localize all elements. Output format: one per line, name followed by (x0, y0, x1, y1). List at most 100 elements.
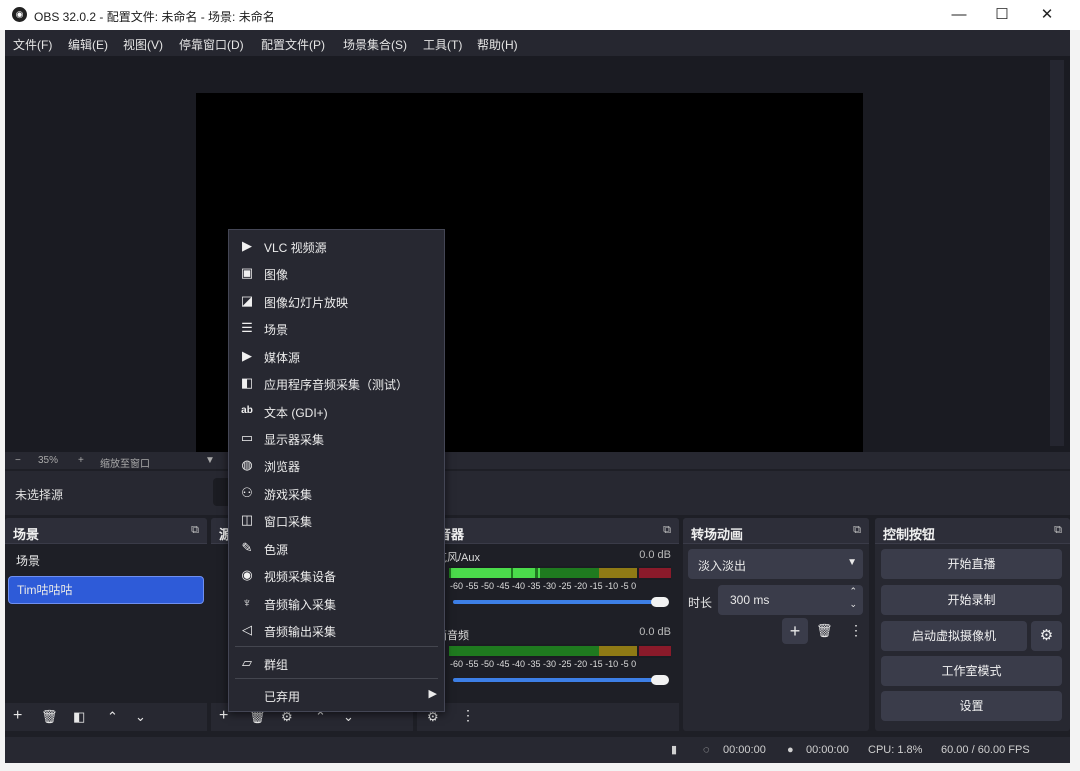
mixer-channel-db: 0.0 dB (639, 549, 671, 561)
menu-item-audio-output-capture[interactable]: ◁ 音频输出采集 (229, 617, 444, 644)
transition-menu-icon[interactable]: ⋮ (849, 622, 863, 639)
add-transition-button[interactable]: + (782, 618, 808, 644)
delete-transition-icon[interactable]: 🗑 (816, 623, 833, 639)
duration-spinbox[interactable]: 300 ms ⌃ ⌄ (718, 585, 863, 615)
mixer-channel-db: 0.0 dB (639, 626, 671, 638)
stream-icon: ◌ (703, 744, 710, 756)
audio-meter (449, 566, 671, 580)
menu-item-media-source[interactable]: ▶ 媒体源 (229, 343, 444, 370)
transitions-dock: 转场动画 ⧉ 淡入淡出 ▼ 时长 300 ms ⌃ ⌄ + 🗑 ⋮ (683, 518, 869, 731)
scene-filters-icon[interactable]: ◧ (73, 709, 85, 725)
zoom-dropdown-icon[interactable]: ▼ (205, 455, 215, 466)
scenes-dock: 场景 ⧉ 场景 Tim咕咕咕 (5, 518, 207, 731)
menu-item-text-gdi[interactable]: ab 文本 (GDI+) (229, 398, 444, 425)
virtual-camera-settings-icon[interactable]: ⚙ (1031, 621, 1062, 651)
menu-view[interactable]: 视图(V) (123, 36, 163, 53)
volume-slider-knob[interactable] (651, 597, 669, 607)
zoom-in-button[interactable]: + (78, 455, 84, 466)
slideshow-icon: ◪ (240, 293, 254, 308)
audio-meter (449, 644, 671, 658)
minimize-button[interactable]: — (936, 0, 982, 30)
menu-item-display-capture[interactable]: ▭ 显示器采集 (229, 425, 444, 452)
text-icon: ab (241, 405, 253, 416)
menu-item-app-audio-capture[interactable]: ◧ 应用程序音频采集（测试） (229, 370, 444, 397)
start-virtual-camera-button[interactable]: 启动虚拟摄像机 (881, 621, 1027, 651)
menu-item-deprecated[interactable]: 已弃用 ▶ (229, 682, 444, 709)
volume-slider[interactable] (453, 678, 663, 682)
menu-edit[interactable]: 编辑(E) (68, 36, 108, 53)
scenes-toolbar: + 🗑 ◧ ⌃ ⌄ (5, 703, 207, 731)
start-recording-button[interactable]: 开始录制 (881, 585, 1062, 615)
menu-item-game-capture[interactable]: ⚇ 游戏采集 (229, 480, 444, 507)
add-scene-icon[interactable]: + (13, 707, 22, 725)
scenes-dock-title: 场景 (13, 527, 40, 542)
menu-docks[interactable]: 停靠窗口(D) (179, 36, 244, 53)
menu-separator (235, 678, 438, 679)
menu-item-group[interactable]: ▱ 群组 (229, 650, 444, 677)
obs-logo-icon: ◉ (12, 7, 27, 22)
status-bar: ▮ ◌ 00:00:00 ● 00:00:00 CPU: 1.8% 60.00 … (5, 737, 1070, 763)
menu-item-browser[interactable]: ◍ 浏览器 (229, 452, 444, 479)
spin-up-icon[interactable]: ⌃ (849, 586, 857, 597)
menu-item-color-source[interactable]: ✎ 色源 (229, 535, 444, 562)
zoom-out-button[interactable]: − (15, 455, 21, 466)
menu-item-vlc-video[interactable]: ▶ VLC 视频源 (229, 233, 444, 260)
menu-help[interactable]: 帮助(H) (477, 36, 518, 53)
mixer-menu-icon[interactable]: ⋮ (461, 707, 475, 724)
record-icon: ● (787, 744, 794, 756)
move-up-icon[interactable]: ⌃ (107, 709, 118, 725)
window-titlebar: ◉ OBS 32.0.2 - 配置文件: 未命名 - 场景: 未命名 — ☐ ✕ (0, 0, 1080, 30)
transition-select[interactable]: 淡入淡出 ▼ (688, 549, 863, 579)
dropdown-arrow-icon: ▼ (847, 557, 857, 568)
stream-time: 00:00:00 (723, 744, 766, 756)
spin-down-icon[interactable]: ⌄ (849, 599, 857, 610)
float-dock-icon[interactable]: ⧉ (1054, 524, 1062, 537)
preview-scrollbar[interactable] (1050, 60, 1064, 446)
brush-icon: ✎ (241, 540, 253, 555)
scene-item[interactable]: 场景 (8, 548, 204, 574)
menu-tools[interactable]: 工具(T) (423, 36, 462, 53)
network-signal-icon: ▮ (671, 744, 678, 756)
float-dock-icon[interactable]: ⧉ (663, 524, 671, 537)
float-dock-icon[interactable]: ⧉ (191, 524, 199, 537)
menu-item-scene[interactable]: ☰ 场景 (229, 315, 444, 342)
menu-item-window-capture[interactable]: ◫ 窗口采集 (229, 507, 444, 534)
window-title: OBS 32.0.2 - 配置文件: 未命名 - 场景: 未命名 (34, 10, 275, 24)
record-time: 00:00:00 (806, 744, 849, 756)
zoom-mode-select[interactable]: 缩放至窗口 (100, 455, 150, 470)
settings-button[interactable]: 设置 (881, 691, 1062, 721)
transitions-dock-title: 转场动画 (691, 527, 744, 542)
add-source-icon[interactable]: + (219, 707, 228, 725)
volume-slider[interactable] (453, 600, 663, 604)
menu-item-image-slideshow[interactable]: ◪ 图像幻灯片放映 (229, 288, 444, 315)
maximize-button[interactable]: ☐ (979, 0, 1025, 30)
cpu-usage: CPU: 1.8% (868, 744, 923, 756)
menu-item-image[interactable]: ▣ 图像 (229, 260, 444, 287)
play-icon: ▶ (242, 238, 252, 253)
close-button[interactable]: ✕ (1024, 0, 1070, 30)
zoom-value: 35% (38, 455, 59, 466)
globe-icon: ◍ (241, 457, 253, 472)
menu-item-video-capture-device[interactable]: ◉ 视频采集设备 (229, 562, 444, 589)
meter-scale: -60 -55 -50 -45 -40 -35 -30 -25 -20 -15 … (450, 581, 637, 591)
meter-scale: -60 -55 -50 -45 -40 -35 -30 -25 -20 -15 … (450, 659, 637, 669)
move-down-icon[interactable]: ⌄ (135, 709, 146, 725)
speaker-icon: ◁ (242, 622, 252, 637)
delete-scene-icon[interactable]: 🗑 (41, 709, 58, 725)
menu-scene-collection[interactable]: 场景集合(S) (343, 36, 407, 53)
menu-item-audio-input-capture[interactable]: ♆ 音频输入采集 (229, 590, 444, 617)
float-dock-icon[interactable]: ⧉ (853, 524, 861, 537)
studio-mode-button[interactable]: 工作室模式 (881, 656, 1062, 686)
start-streaming-button[interactable]: 开始直播 (881, 549, 1062, 579)
microphone-icon: ♆ (242, 595, 252, 610)
scene-item-selected[interactable]: Tim咕咕咕 (8, 576, 204, 604)
submenu-arrow-icon: ▶ (428, 688, 437, 700)
window-icon: ◫ (240, 512, 254, 527)
menu-file[interactable]: 文件(F) (13, 36, 52, 53)
add-source-context-menu: ▶ VLC 视频源 ▣ 图像 ◪ 图像幻灯片放映 ☰ 场景 ▶ 媒体源 ◧ 应用… (228, 229, 445, 712)
volume-slider-knob[interactable] (651, 675, 669, 685)
preview-area (5, 56, 1070, 468)
duration-label: 时长 (688, 596, 713, 610)
menu-profile[interactable]: 配置文件(P) (261, 36, 325, 53)
mixer-toolbar: ⚙ ⋮ (417, 703, 679, 731)
